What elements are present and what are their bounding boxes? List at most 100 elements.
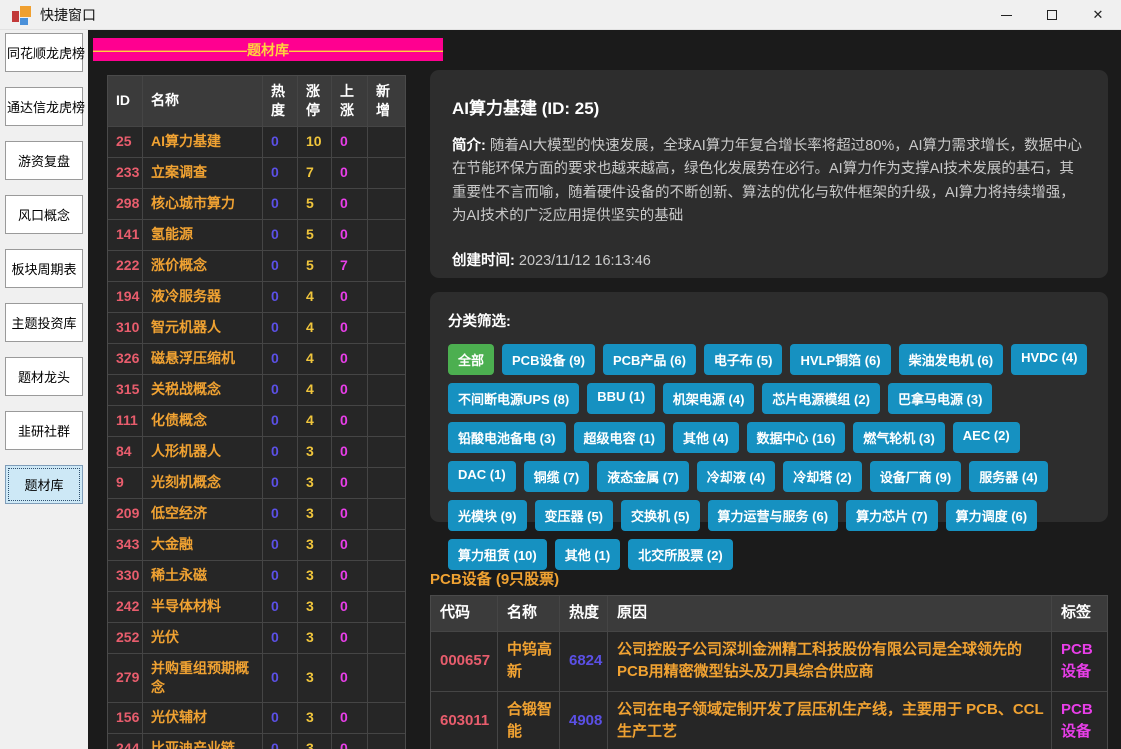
theme-col-header: 热度 [263,76,298,126]
filter-tag[interactable]: 全部 [448,344,494,375]
theme-cell: 0 [263,375,298,405]
detail-column: AI算力基建 (ID: 25) 简介: 随着AI大模型的快速发展，全球AI算力年… [430,70,1108,749]
theme-row[interactable]: 194液冷服务器040 [108,282,405,313]
theme-cell: 磁悬浮压缩机 [143,344,263,374]
theme-cell: 0 [263,530,298,560]
filter-tag[interactable]: HVLP铜箔 (6) [790,344,890,375]
theme-cell: 4 [298,406,332,436]
theme-row[interactable]: 298核心城市算力050 [108,189,405,220]
filter-tag[interactable]: 冷却塔 (2) [783,461,862,492]
filter-tag[interactable]: 巴拿马电源 (3) [888,383,993,414]
theme-col-header: 新增 [368,76,405,126]
filter-tag[interactable]: 电子布 (5) [704,344,783,375]
filter-tag[interactable]: HVDC (4) [1011,344,1087,375]
filter-tag[interactable]: 芯片电源模组 (2) [762,383,880,414]
filter-tag[interactable]: 柴油发电机 (6) [899,344,1004,375]
filter-panel: 分类筛选: 全部PCB设备 (9)PCB产品 (6)电子布 (5)HVLP铜箔 … [430,292,1108,522]
section-banner: ———————————题材库——————————— [93,38,443,61]
theme-row[interactable]: 330稀土永磁030 [108,561,405,592]
close-button[interactable]: ✕ [1075,0,1121,30]
theme-row[interactable]: 242半导体材料030 [108,592,405,623]
filter-tag[interactable]: 设备厂商 (9) [870,461,962,492]
minimize-button[interactable] [983,0,1029,30]
theme-cell: 0 [263,406,298,436]
filter-tag[interactable]: PCB设备 (9) [502,344,595,375]
filter-tag[interactable]: 交换机 (5) [621,500,700,531]
theme-row[interactable]: 25AI算力基建0100 [108,127,405,158]
filter-tag[interactable]: 不间断电源UPS (8) [448,383,579,414]
filter-tag[interactable]: 铜缆 (7) [524,461,590,492]
filter-tag[interactable]: 北交所股票 (2) [628,539,733,570]
theme-row[interactable]: 310智元机器人040 [108,313,405,344]
theme-cell: 0 [263,158,298,188]
theme-cell: 9 [108,468,143,498]
filter-tag[interactable]: 机架电源 (4) [663,383,755,414]
maximize-icon [1047,10,1057,20]
sidebar-item[interactable]: 通达信龙虎榜 [5,87,83,126]
filter-tag[interactable]: 变压器 (5) [535,500,614,531]
filter-tag[interactable]: 算力租赁 (10) [448,539,547,570]
theme-cell: 3 [298,734,332,749]
sidebar-item[interactable]: 同花顺龙虎榜 [5,33,83,72]
filter-tag[interactable]: 服务器 (4) [969,461,1048,492]
filter-tag[interactable]: 其他 (1) [555,539,621,570]
theme-cell: 液冷服务器 [143,282,263,312]
theme-row[interactable]: 326磁悬浮压缩机040 [108,344,405,375]
theme-cell: 84 [108,437,143,467]
filter-tag[interactable]: 超级电容 (1) [574,422,666,453]
theme-table-body: 25AI算力基建0100233立案调查070298核心城市算力050141氢能源… [108,127,405,749]
theme-cell: 0 [263,623,298,653]
theme-row[interactable]: 222涨价概念057 [108,251,405,282]
theme-cell [368,561,405,591]
theme-cell: 0 [332,282,368,312]
theme-row[interactable]: 233立案调查070 [108,158,405,189]
sidebar-item[interactable]: 主题投资库 [5,303,83,342]
window-controls: ✕ [983,0,1121,30]
sidebar-item[interactable]: 韭研社群 [5,411,83,450]
theme-row[interactable]: 279并购重组预期概念030 [108,654,405,703]
filter-tag[interactable]: 数据中心 (16) [747,422,846,453]
filter-tag[interactable]: DAC (1) [448,461,516,492]
filter-tag[interactable]: 算力调度 (6) [946,500,1038,531]
theme-cell: 0 [332,406,368,436]
theme-cell: 0 [263,592,298,622]
filter-tag[interactable]: 冷却液 (4) [697,461,776,492]
theme-row[interactable]: 252光伏030 [108,623,405,654]
sidebar-item[interactable]: 题材龙头 [5,357,83,396]
theme-cell [368,220,405,250]
filter-tag[interactable]: 其他 (4) [673,422,739,453]
theme-row[interactable]: 156光伏辅材030 [108,703,405,734]
filter-tag[interactable]: BBU (1) [587,383,655,414]
sidebar-item[interactable]: 板块周期表 [5,249,83,288]
theme-row[interactable]: 209低空经济030 [108,499,405,530]
theme-row[interactable]: 343大金融030 [108,530,405,561]
filter-tag[interactable]: 燃气轮机 (3) [853,422,945,453]
theme-row[interactable]: 315关税战概念040 [108,375,405,406]
theme-cell: 0 [332,344,368,374]
sidebar-item[interactable]: 题材库 [5,465,83,504]
theme-cell [368,158,405,188]
stock-col-header: 原因 [608,596,1052,631]
theme-cell: 0 [263,437,298,467]
theme-row[interactable]: 141氢能源050 [108,220,405,251]
maximize-button[interactable] [1029,0,1075,30]
theme-row[interactable]: 244比亚迪产业链030 [108,734,405,749]
filter-tag[interactable]: 光模块 (9) [448,500,527,531]
theme-row[interactable]: 84人形机器人030 [108,437,405,468]
filter-tag[interactable]: 液态金属 (7) [597,461,689,492]
filter-tag[interactable]: 算力运营与服务 (6) [708,500,839,531]
theme-row[interactable]: 111化债概念040 [108,406,405,437]
theme-row[interactable]: 9光刻机概念030 [108,468,405,499]
sidebar-item[interactable]: 游资复盘 [5,141,83,180]
sidebar-item[interactable]: 风口概念 [5,195,83,234]
filter-tag[interactable]: PCB产品 (6) [603,344,696,375]
filter-tag[interactable]: 算力芯片 (7) [846,500,938,531]
window-title: 快捷窗口 [40,5,96,25]
theme-cell: 3 [298,623,332,653]
stock-table-body: 000657中钨高新6824公司控股子公司深圳金洲精工科技股份有限公司是全球领先… [431,632,1107,749]
stock-row: 603011合锻智能4908公司在电子领域定制开发了层压机生产线，主要用于 PC… [431,692,1107,749]
theme-cell: 10 [298,127,332,157]
filter-tag[interactable]: AEC (2) [953,422,1020,453]
filter-tag[interactable]: 铅酸电池备电 (3) [448,422,566,453]
theme-cell [368,375,405,405]
